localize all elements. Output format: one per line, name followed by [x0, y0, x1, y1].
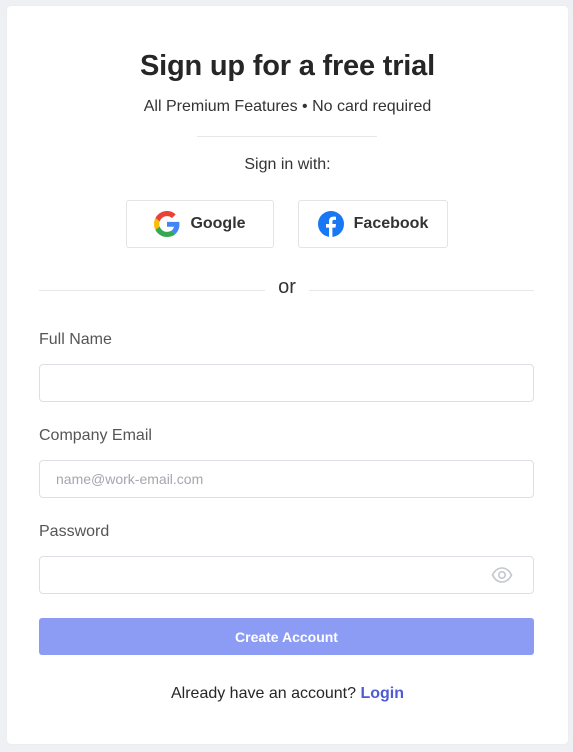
google-signin-button[interactable]: Google: [126, 200, 274, 248]
or-divider-text: or: [278, 276, 296, 298]
or-divider-left: [39, 290, 265, 291]
header-divider: [197, 136, 377, 137]
facebook-icon: [317, 211, 344, 237]
google-icon: [154, 211, 180, 237]
signup-card: Sign up for a free trial All Premium Fea…: [7, 6, 568, 744]
company-email-label: Company Email: [39, 427, 152, 444]
company-email-field-wrapper: [39, 460, 534, 498]
facebook-button-label: Facebook: [353, 215, 429, 232]
password-input[interactable]: [40, 557, 533, 593]
google-button-label: Google: [190, 215, 246, 232]
password-field-wrapper: [39, 556, 534, 594]
full-name-label: Full Name: [39, 331, 112, 348]
page-subtitle: All Premium Features • No card required: [143, 98, 432, 115]
login-prompt-line: Already have an account? Login: [7, 685, 568, 703]
create-account-button[interactable]: Create Account: [39, 618, 534, 655]
or-divider-right: [309, 290, 534, 291]
login-link[interactable]: Login: [360, 685, 404, 702]
page-title: Sign up for a free trial: [140, 50, 435, 82]
full-name-field-wrapper: [39, 364, 534, 402]
company-email-input[interactable]: [40, 461, 533, 497]
full-name-input[interactable]: [40, 365, 533, 401]
password-label: Password: [39, 523, 110, 540]
eye-icon[interactable]: [491, 566, 513, 584]
login-prompt-text: Already have an account?: [170, 685, 356, 702]
social-signin-prompt: Sign in with:: [244, 156, 331, 173]
facebook-signin-button[interactable]: Facebook: [298, 200, 448, 248]
